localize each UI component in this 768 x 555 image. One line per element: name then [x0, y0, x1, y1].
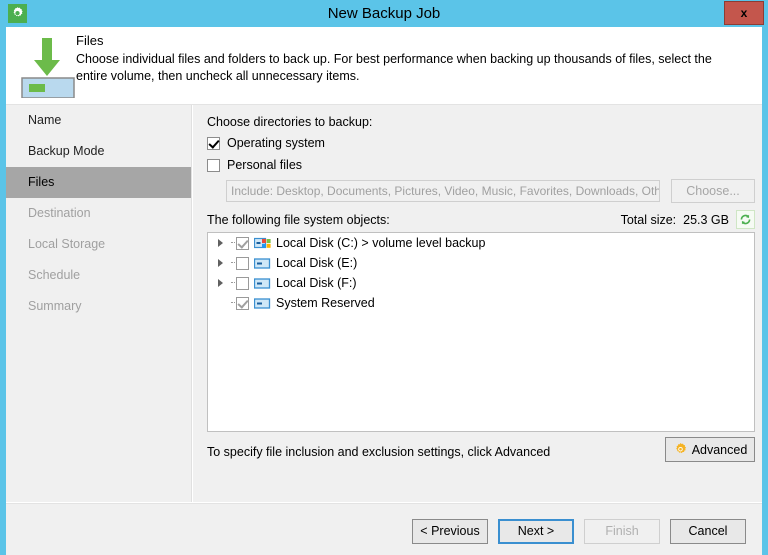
refresh-icon[interactable] [736, 210, 755, 229]
personal-files-checkbox-row[interactable]: Personal files [207, 158, 302, 172]
personal-files-checkbox[interactable] [207, 158, 220, 172]
sidebar-item-label: Name [28, 113, 62, 127]
sidebar-item-label: Backup Mode [28, 144, 105, 158]
page-title: Files [76, 33, 104, 48]
tree-checkbox[interactable] [236, 256, 249, 270]
page-description: Choose individual files and folders to b… [76, 52, 712, 83]
tree-connector [229, 237, 236, 250]
tree-checkbox[interactable] [236, 296, 249, 310]
choose-directories-label: Choose directories to backup: [207, 115, 373, 129]
total-size-value: 25.3 GB [683, 213, 729, 227]
finish-button: Finish [584, 519, 660, 544]
sidebar-item-label: Schedule [28, 268, 81, 282]
sidebar-item-backup-mode[interactable]: Backup Mode [6, 136, 191, 167]
close-button[interactable]: x [724, 1, 764, 25]
advanced-button-label: Advanced [691, 442, 748, 457]
sidebar-item-files[interactable]: Files [6, 167, 191, 198]
chevron-right-icon[interactable] [215, 257, 228, 270]
tree-item-label: Local Disk (F:) [276, 276, 357, 290]
total-size-label: Total size: [620, 213, 677, 227]
title-bar: New Backup Job x [0, 0, 768, 27]
table-row[interactable]: Local Disk (C:) > volume level backup [208, 233, 754, 253]
tree-item-label: Local Disk (E:) [276, 256, 358, 270]
tree-connector [229, 277, 236, 290]
table-row[interactable]: Local Disk (F:) [208, 273, 754, 293]
file-system-objects-label: The following file system objects: [207, 213, 390, 227]
cancel-button[interactable]: Cancel [670, 519, 746, 544]
table-row[interactable]: System Reserved [208, 293, 754, 313]
sidebar-item-label: Summary [28, 299, 82, 313]
tree-checkbox[interactable] [236, 236, 249, 250]
sidebar-item-label: Local Storage [28, 237, 106, 251]
os-drive-icon [253, 237, 271, 250]
sidebar-item-destination[interactable]: Destination [6, 198, 191, 229]
file-system-tree[interactable]: Local Disk (C:) > volume level backup Lo… [207, 232, 755, 432]
drive-icon [253, 277, 271, 290]
chevron-right-icon[interactable] [215, 237, 228, 250]
operating-system-label: Operating system [227, 136, 325, 150]
window-title: New Backup Job [327, 5, 441, 22]
table-row[interactable]: Local Disk (E:) [208, 253, 754, 273]
sidebar-item-local-storage[interactable]: Local Storage [6, 229, 191, 260]
tree-checkbox[interactable] [236, 276, 249, 290]
wizard-steps-sidebar: Name Backup Mode Files Destination Local… [6, 105, 192, 502]
sidebar-item-label: Destination [28, 206, 91, 220]
download-to-volume-icon [16, 30, 78, 99]
next-button[interactable]: Next > [498, 519, 574, 544]
previous-button[interactable]: < Previous [412, 519, 488, 544]
personal-files-label: Personal files [227, 158, 303, 172]
tree-item-label: Local Disk (C:) > volume level backup [276, 236, 486, 250]
include-field[interactable]: Include: Desktop, Documents, Pictures, V… [226, 180, 660, 202]
total-size: Total size: 25.3 GB [621, 213, 729, 227]
tree-connector [229, 257, 236, 270]
dialog-window: New Backup Job x Files Choose individual… [0, 0, 768, 555]
tree-item-label: System Reserved [276, 296, 375, 310]
sidebar-item-summary[interactable]: Summary [6, 291, 191, 322]
choose-button[interactable]: Choose... [671, 179, 755, 203]
sidebar-item-schedule[interactable]: Schedule [6, 260, 191, 291]
gear-icon [673, 442, 688, 457]
chevron-right-icon[interactable] [215, 277, 228, 290]
drive-icon [253, 257, 271, 270]
files-page-content: Choose directories to backup: Operating … [193, 105, 762, 502]
dialog-footer: < Previous Next > Finish Cancel [6, 503, 762, 555]
operating-system-checkbox[interactable] [207, 136, 220, 150]
sidebar-item-name[interactable]: Name [6, 105, 191, 136]
advanced-button[interactable]: Advanced [665, 437, 755, 462]
operating-system-checkbox-row[interactable]: Operating system [207, 136, 325, 150]
dialog-body: Files Choose individual files and folder… [6, 27, 762, 555]
drive-icon [253, 297, 271, 310]
sidebar-item-label: Files [28, 175, 55, 189]
advanced-hint-label: To specify file inclusion and exclusion … [207, 445, 551, 459]
tree-connector [229, 297, 236, 310]
wizard-header: Files Choose individual files and folder… [6, 27, 762, 105]
